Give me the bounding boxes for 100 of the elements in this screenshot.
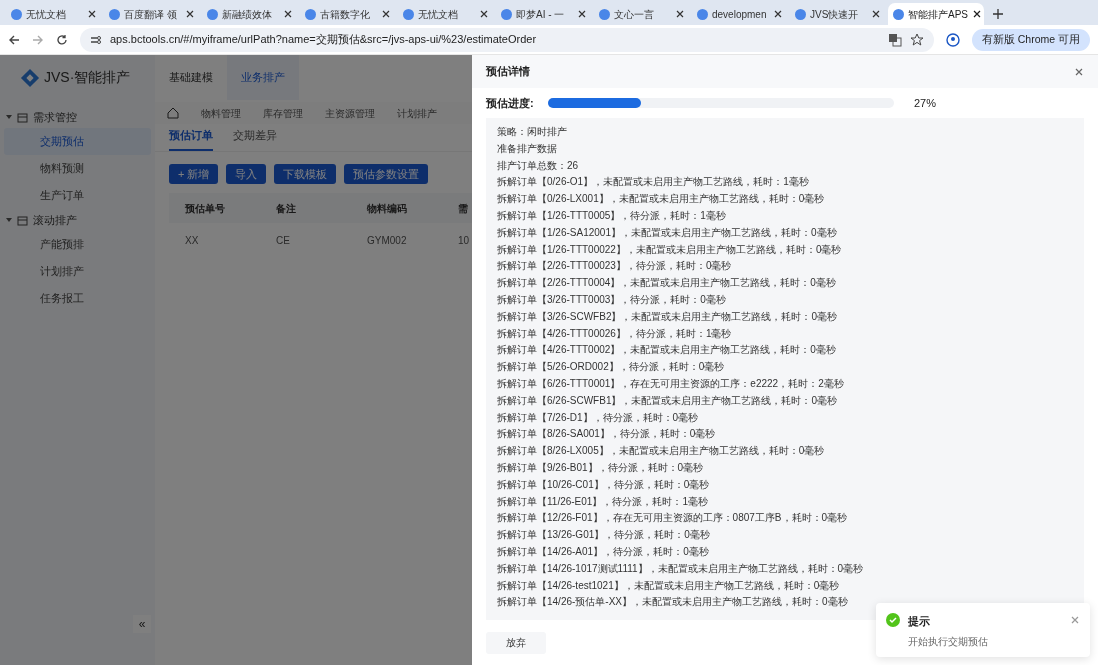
toolbar-button[interactable]: 预估参数设置 (344, 164, 429, 184)
logo-icon (20, 67, 40, 88)
module-tab[interactable]: 物料管理 (201, 105, 241, 121)
update-button[interactable]: 有新版 Chrome 可用 (971, 28, 1090, 51)
sidebar-item[interactable]: 任务报工 (4, 285, 151, 312)
browser-tab[interactable]: 无忧文档 (398, 3, 494, 25)
close-icon[interactable] (185, 9, 195, 19)
site-info-icon[interactable] (90, 33, 102, 46)
column-header: 备注 (276, 201, 297, 216)
table-cell-text: CE (276, 233, 291, 248)
home-icon[interactable] (167, 107, 179, 119)
browser-tab[interactable]: developmen (692, 3, 788, 25)
close-icon[interactable] (675, 9, 685, 19)
column-header: 预估单号 (185, 201, 226, 216)
toolbar-button[interactable]: + 新增 (169, 164, 219, 184)
tab-title: developmen (712, 7, 768, 22)
back-icon[interactable] (8, 33, 20, 46)
module-tab[interactable]: 主资源管理 (325, 105, 375, 121)
close-icon[interactable] (773, 9, 783, 19)
tab-title: 新融绩效体 (222, 7, 273, 22)
log-line: 拆解订单【4/26-TTT0002】，未配置或未启用主产物工艺路线，耗时：0毫秒 (497, 343, 837, 358)
log-line: 拆解订单【0/26-O1】，未配置或未启用主产物工艺路线，耗时：1毫秒 (497, 175, 810, 190)
log-line: 拆解订单【8/26-LX005】，未配置或未启用主产物工艺路线，耗时：0毫秒 (497, 444, 826, 459)
log-line: 拆解订单【1/26-TTT0005】，待分派，耗时：1毫秒 (497, 209, 727, 223)
close-icon[interactable] (577, 9, 587, 19)
column-header: 物料编码 (367, 201, 408, 216)
top-nav-tab[interactable]: 基础建模 (165, 55, 217, 100)
star-icon[interactable] (909, 32, 924, 47)
table-cell-text: XX (185, 233, 200, 248)
browser-tab[interactable]: 智能排产APS (888, 3, 984, 25)
sidebar-item[interactable]: 生产订单 (4, 182, 151, 209)
toast-message: 开始执行交期预估 (908, 634, 989, 649)
log-line: 拆解订单【6/26-TTT0001】，存在无可用主资源的工序：e2222，耗时：2毫秒 (497, 376, 845, 391)
sub-tab[interactable]: 预估订单 (169, 126, 213, 151)
sidebar-item[interactable]: 产能预排 (4, 231, 151, 258)
discard-button[interactable]: 放弃 (486, 631, 546, 654)
page-icon (697, 8, 708, 20)
log-line: 拆解订单【14/26-A01】，待分派，耗时：0毫秒 (497, 544, 710, 559)
translate-icon[interactable] (887, 32, 902, 47)
log-line: 拆解订单【10/26-C01】，待分派，耗时：0毫秒 (497, 477, 711, 492)
log-line: 拆解订单【13/26-G01】，待分派，耗时：0毫秒 (497, 528, 711, 543)
browser-tab[interactable]: 古籍数字化 (300, 3, 396, 25)
address-bar[interactable]: aps.bctools.cn/#/myiframe/urlPath?name=交期预估&src=/jvs-aps-ui/%23/estimateOrder (80, 27, 934, 52)
browser-tab[interactable]: 无忧文档 (6, 3, 102, 25)
close-icon[interactable] (87, 9, 97, 19)
log-line: 排产订单总数：26 (497, 158, 580, 173)
log-line: 拆解订单【2/26-TTT0004】，未配置或未启用主产物工艺路线，耗时：0毫秒 (497, 276, 837, 291)
close-icon[interactable] (871, 9, 881, 19)
table-cell-text: GYM002 (367, 233, 408, 248)
log-line: 策略：闲时排产 (497, 125, 568, 139)
toolbar-button[interactable]: 导入 (226, 164, 267, 184)
top-nav-tab[interactable]: 业务排产 (227, 55, 299, 100)
close-icon[interactable] (479, 9, 489, 19)
collapse-button[interactable]: « (133, 615, 151, 633)
tab-title: 无忧文档 (26, 7, 67, 22)
tab-title: 无忧文档 (418, 7, 459, 22)
browser-tab[interactable]: 即梦AI - 一 (496, 3, 592, 25)
log-line: 拆解订单【14/26-预估单-XX】，未配置或未启用主产物工艺路线，耗时：0毫秒 (497, 595, 849, 610)
sidebar-item[interactable]: 物料预测 (4, 155, 151, 182)
tab-title: 智能排产APS (908, 7, 968, 22)
tab-title: 文心一言 (614, 7, 655, 22)
close-icon[interactable] (972, 9, 982, 19)
browser-tab[interactable]: 百度翻译 领 (104, 3, 200, 25)
page-icon (501, 8, 512, 20)
tab-title: 古籍数字化 (320, 7, 371, 22)
url-text: aps.bctools.cn/#/myiframe/urlPath?name=交期预估&src=/jvs-aps-ui/%23/estimateOrder (110, 32, 538, 48)
sidebar-item[interactable]: 计划排产 (4, 258, 151, 285)
folder-icon (17, 214, 28, 226)
browser-tab[interactable]: JVS快速开 (790, 3, 886, 25)
log-line: 拆解订单【9/26-B01】，待分派，耗时：0毫秒 (497, 460, 705, 475)
tab-title: JVS快速开 (810, 7, 860, 22)
sidebar-item[interactable]: 交期预估 (4, 128, 151, 155)
log-line: 拆解订单【1/26-TTT00022】，未配置或未启用主产物工艺路线，耗时：0毫秒 (497, 242, 843, 257)
log-line: 拆解订单【11/26-E01】，待分派，耗时：1毫秒 (497, 494, 709, 509)
toast-title: 提示 (908, 614, 931, 629)
success-icon (886, 613, 900, 627)
page-icon (11, 8, 22, 20)
toolbar-button[interactable]: 下载模板 (274, 164, 337, 184)
close-icon[interactable] (381, 9, 391, 19)
module-tab[interactable]: 库存管理 (263, 105, 303, 121)
sidebar-group[interactable]: 滚动排产 (0, 209, 155, 231)
log-line: 拆解订单【6/26-SCWFB1】，未配置或未启用主产物工艺路线，耗时：0毫秒 (497, 393, 839, 408)
tab-title: 百度翻译 领 (124, 7, 178, 22)
sub-tab[interactable]: 交期差异 (233, 126, 277, 151)
page-icon (305, 8, 316, 20)
tab-title: 即梦AI - 一 (516, 7, 566, 22)
progress-label: 预估进度: (486, 95, 535, 111)
sidebar-group[interactable]: 需求管控 (0, 106, 155, 128)
new-tab-icon[interactable] (990, 6, 1006, 22)
profile-icon[interactable] (945, 32, 960, 47)
progress-reading: 27% (914, 95, 937, 111)
close-icon[interactable] (283, 9, 293, 19)
module-tab[interactable]: 计划排产 (397, 105, 437, 121)
table-cell-text: 10 (458, 233, 470, 248)
reload-icon[interactable] (56, 33, 68, 46)
log-line: 拆解订单【12/26-F01】，存在无可用主资源的工序：0807工序B，耗时：0毫秒 (497, 511, 849, 526)
browser-tab[interactable]: 文心一言 (594, 3, 690, 25)
page-icon (795, 8, 806, 20)
log-line: 拆解订单【7/26-D1】，待分派，耗时：0毫秒 (497, 410, 700, 425)
browser-tab[interactable]: 新融绩效体 (202, 3, 298, 25)
